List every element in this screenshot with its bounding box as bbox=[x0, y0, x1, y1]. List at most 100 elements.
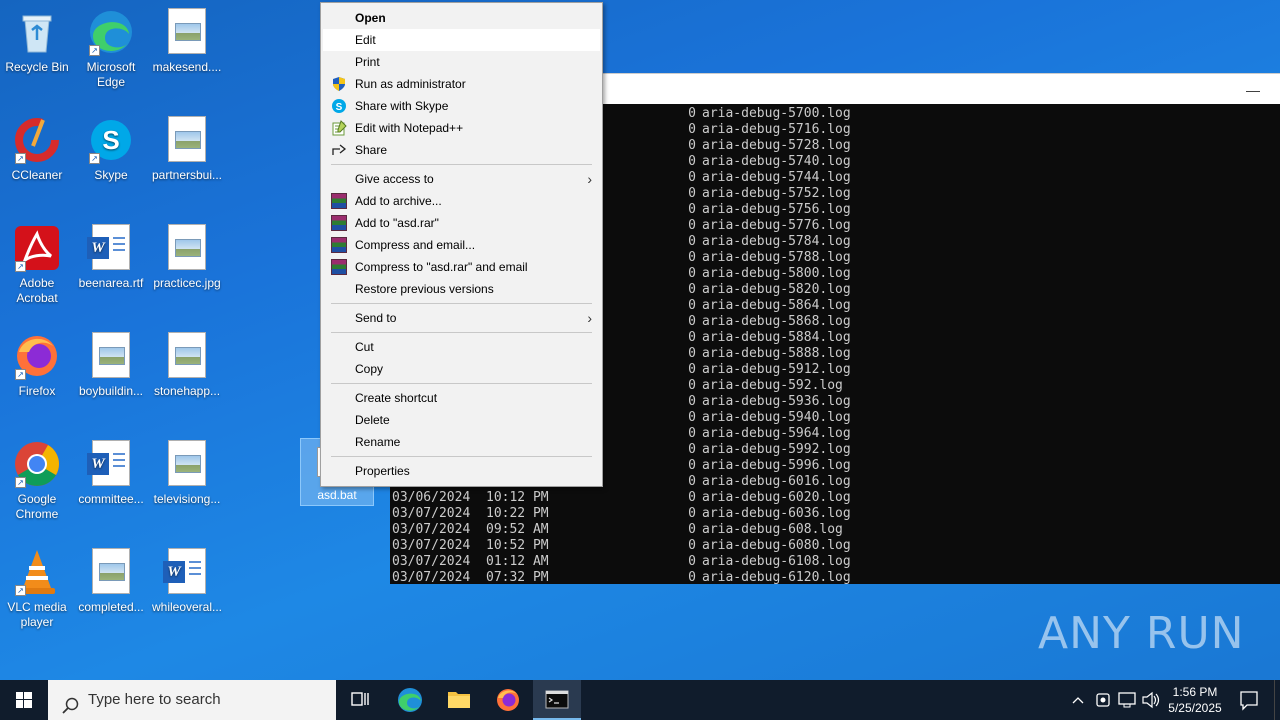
desktop-icon-committee[interactable]: W committee... bbox=[75, 440, 147, 507]
console-filename: aria-debug-5776.log bbox=[702, 218, 851, 233]
desktop-icon-practicec[interactable]: practicec.jpg bbox=[151, 224, 223, 291]
desktop-icon-adobe-acrobat[interactable]: ↗ Adobe Acrobat bbox=[1, 224, 73, 306]
network-icon[interactable] bbox=[1116, 680, 1138, 720]
taskbar-file-explorer-button[interactable] bbox=[435, 680, 483, 720]
context-menu: Open Edit Print Run as administrator S S… bbox=[320, 2, 603, 487]
skype-icon: S bbox=[331, 98, 347, 114]
menu-item-give-access-to[interactable]: Give access to › bbox=[321, 168, 602, 190]
menu-item-delete[interactable]: Delete bbox=[321, 409, 602, 431]
menu-item-share-with-skype[interactable]: S Share with Skype bbox=[321, 95, 602, 117]
recycle-bin-icon bbox=[13, 8, 61, 56]
desktop-icon-boybuildin[interactable]: boybuildin... bbox=[75, 332, 147, 399]
notepad-plus-plus-icon bbox=[331, 120, 347, 136]
folder-icon bbox=[448, 692, 470, 708]
uac-shield-icon bbox=[331, 76, 347, 92]
console-date: 03/07/2024 bbox=[392, 538, 471, 553]
console-size: 0 bbox=[688, 170, 696, 185]
menu-item-send-to[interactable]: Send to › bbox=[321, 307, 602, 329]
desktop-icon-label: CCleaner bbox=[11, 168, 63, 182]
menu-item-add-to-archive[interactable]: Add to archive... bbox=[321, 190, 602, 212]
console-size: 0 bbox=[688, 346, 696, 361]
menu-item-edit[interactable]: Edit bbox=[323, 29, 600, 51]
desktop-icon-label: Firefox bbox=[18, 384, 56, 398]
menu-item-run-as-administrator[interactable]: Run as administrator bbox=[321, 73, 602, 95]
taskbar-edge-button[interactable] bbox=[386, 680, 434, 720]
desktop-icon-microsoft-edge[interactable]: ↗ Microsoft Edge bbox=[75, 8, 147, 90]
show-desktop-button[interactable] bbox=[1274, 680, 1280, 720]
console-size: 0 bbox=[688, 378, 696, 393]
taskbar-clock[interactable]: 1:56 PM 5/25/2025 bbox=[1160, 684, 1230, 716]
notification-icon bbox=[1240, 691, 1258, 711]
console-size: 0 bbox=[688, 314, 696, 329]
image-file-icon bbox=[87, 548, 135, 596]
console-filename: aria-debug-5868.log bbox=[702, 314, 851, 329]
console-filename: aria-debug-5864.log bbox=[702, 298, 851, 313]
menu-item-open[interactable]: Open bbox=[321, 7, 602, 29]
desktop-icon-televisiong[interactable]: televisiong... bbox=[151, 440, 223, 507]
menu-item-copy[interactable]: Copy bbox=[321, 358, 602, 380]
command-prompt-icon bbox=[545, 690, 569, 709]
share-icon bbox=[331, 142, 347, 158]
desktop-icon-label: beenarea.rtf bbox=[78, 276, 144, 290]
desktop-icon-makesend[interactable]: makesend.... bbox=[151, 8, 223, 75]
console-size: 0 bbox=[688, 234, 696, 249]
console-filename: aria-debug-5964.log bbox=[702, 426, 851, 441]
winrar-icon bbox=[331, 193, 347, 209]
console-filename: aria-debug-6036.log bbox=[702, 506, 851, 521]
desktop-icon-recycle-bin[interactable]: Recycle Bin bbox=[1, 8, 73, 75]
desktop-icon-firefox[interactable]: ↗ Firefox bbox=[1, 332, 73, 399]
console-size: 0 bbox=[688, 458, 696, 473]
edge-icon: ↗ bbox=[87, 8, 135, 56]
console-size: 0 bbox=[688, 506, 696, 521]
console-size: 0 bbox=[688, 154, 696, 169]
console-line: 03/07/2024 10:52 PM 0 aria-debug-6080.log bbox=[390, 538, 1280, 554]
taskbar-cmd-button[interactable] bbox=[533, 680, 581, 720]
svg-text:S: S bbox=[102, 125, 119, 155]
desktop-icon-completed[interactable]: completed... bbox=[75, 548, 147, 615]
tray-chevron-up-icon[interactable] bbox=[1068, 680, 1088, 720]
firefox-icon: ↗ bbox=[13, 332, 61, 380]
menu-item-create-shortcut[interactable]: Create shortcut bbox=[321, 387, 602, 409]
console-filename: aria-debug-5996.log bbox=[702, 458, 851, 473]
desktop-icon-whileoveral[interactable]: W whileoveral... bbox=[151, 548, 223, 615]
menu-item-add-to-asd-rar[interactable]: Add to "asd.rar" bbox=[321, 212, 602, 234]
windows-logo-icon bbox=[16, 692, 32, 708]
taskbar-firefox-button[interactable] bbox=[484, 680, 532, 720]
desktop-icon-ccleaner[interactable]: ↗ CCleaner bbox=[1, 116, 73, 183]
menu-separator bbox=[331, 303, 592, 304]
tray-app-icon[interactable] bbox=[1092, 680, 1114, 720]
menu-item-rename[interactable]: Rename bbox=[321, 431, 602, 453]
menu-item-compress-to-asd-rar-and-email[interactable]: Compress to "asd.rar" and email bbox=[321, 256, 602, 278]
volume-icon[interactable] bbox=[1140, 680, 1162, 720]
anyrun-watermark: ANY RUN bbox=[1038, 608, 1245, 659]
menu-item-compress-and-email[interactable]: Compress and email... bbox=[321, 234, 602, 256]
start-button[interactable] bbox=[0, 680, 48, 720]
taskbar-search-box[interactable]: Type here to search bbox=[48, 680, 336, 720]
menu-item-properties[interactable]: Properties bbox=[321, 460, 602, 482]
ccleaner-icon: ↗ bbox=[13, 116, 61, 164]
desktop-icon-partnersbui[interactable]: partnersbui... bbox=[151, 116, 223, 183]
console-size: 0 bbox=[688, 538, 696, 553]
menu-item-share[interactable]: Share bbox=[321, 139, 602, 161]
menu-separator bbox=[331, 383, 592, 384]
desktop-icon-vlc[interactable]: ↗ VLC media player bbox=[1, 548, 73, 630]
console-time: 10:22 PM bbox=[486, 506, 549, 521]
menu-item-restore-previous-versions[interactable]: Restore previous versions bbox=[321, 278, 602, 300]
desktop-icon-label: Skype bbox=[94, 168, 128, 182]
desktop-icon-google-chrome[interactable]: ↗ Google Chrome bbox=[1, 440, 73, 522]
desktop-icon-skype[interactable]: S ↗ Skype bbox=[75, 116, 147, 183]
console-line: 03/07/2024 10:22 PM 0 aria-debug-6036.log bbox=[390, 506, 1280, 522]
console-filename: aria-debug-5940.log bbox=[702, 410, 851, 425]
menu-item-cut[interactable]: Cut bbox=[321, 336, 602, 358]
menu-item-print[interactable]: Print bbox=[321, 51, 602, 73]
console-size: 0 bbox=[688, 330, 696, 345]
notifications-button[interactable] bbox=[1234, 680, 1264, 720]
minimize-button[interactable]: — bbox=[1246, 82, 1260, 98]
menu-item-edit-with-notepad-plus-plus[interactable]: Edit with Notepad++ bbox=[321, 117, 602, 139]
image-file-icon bbox=[163, 440, 211, 488]
desktop-icon-stonehapp[interactable]: stonehapp... bbox=[151, 332, 223, 399]
console-size: 0 bbox=[688, 298, 696, 313]
console-time: 09:52 AM bbox=[486, 522, 549, 537]
desktop-icon-beenarea[interactable]: W beenarea.rtf bbox=[75, 224, 147, 291]
task-view-button[interactable] bbox=[336, 680, 384, 720]
